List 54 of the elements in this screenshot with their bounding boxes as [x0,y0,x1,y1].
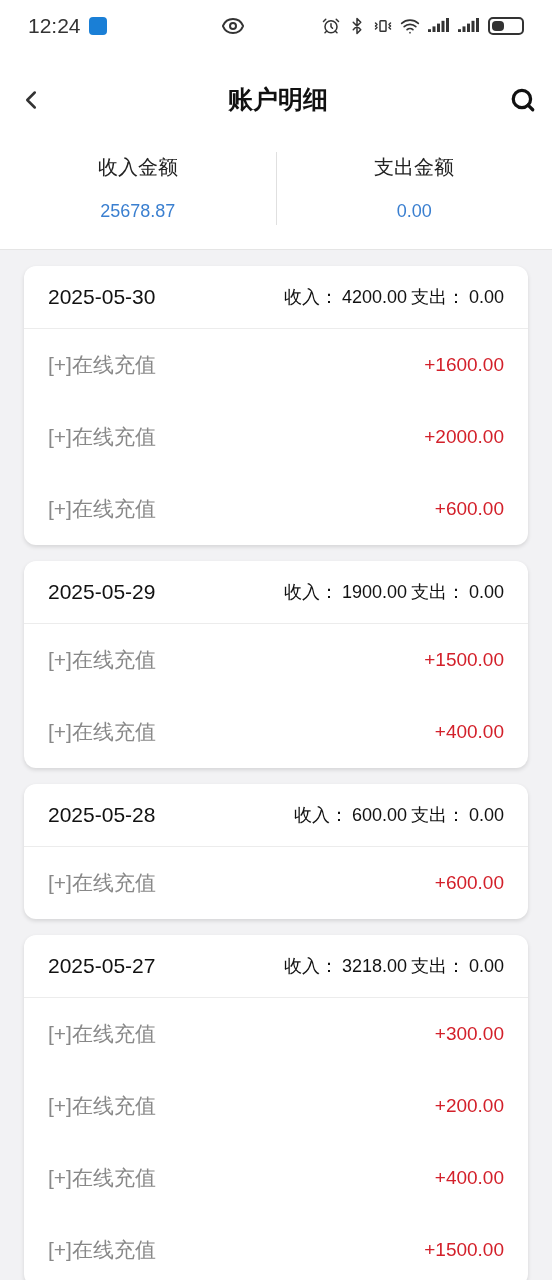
entry-name: [+]在线充值 [48,719,156,746]
income-value: 600.00 [351,803,407,827]
entry-amount: +200.00 [434,1093,504,1118]
income-label: 收入： [283,285,338,309]
expense-value: 0.00 [468,954,504,978]
expense-value: 0.00 [468,580,504,604]
entry-amount: +300.00 [434,1021,504,1046]
entry-amount: +400.00 [434,1165,504,1190]
summary-label: 收入金额 [97,155,178,180]
entry-amount: +1500.00 [424,647,504,672]
income-value: 3218.00 [341,954,407,978]
income-label: 收入： [283,580,338,604]
battery-icon [488,17,524,35]
summary-value: 25678.87 [100,200,176,223]
expense-label: 支出： [410,285,465,309]
entry-amount: +1600.00 [424,352,504,377]
summary-label: 支出金额 [374,155,455,180]
vibrate-icon [374,17,392,35]
app-notification-icon [88,17,107,35]
entry-amount: +2000.00 [424,424,504,449]
entry-amount: +600.00 [434,870,504,895]
entry-name: [+]在线充值 [48,1237,156,1264]
alarm-icon [322,17,340,35]
status-time: 12:24 [28,13,81,40]
entry-amount: +1500.00 [424,1237,504,1262]
day-date: 2025-05-28 [48,802,156,829]
search-icon[interactable] [510,87,536,113]
entry-name: [+]在线充值 [48,1093,156,1120]
signal-icon [458,18,480,34]
expense-label: 支出： [410,803,465,827]
entry-amount: +400.00 [434,719,504,744]
expense-value: 0.00 [468,285,504,309]
entry-name: [+]在线充值 [48,496,156,523]
entry-name: [+]在线充值 [48,647,156,674]
entry-name: [+]在线充值 [48,1165,156,1192]
entry-name: [+]在线充值 [48,870,156,897]
day-date: 2025-05-27 [48,953,156,980]
expense-label: 支出： [410,954,465,978]
income-label: 收入： [283,954,338,978]
income-value: 4200.00 [341,285,407,309]
wifi-icon [400,16,420,36]
day-date: 2025-05-29 [48,579,156,606]
entry-amount: +600.00 [434,496,504,521]
day-date: 2025-05-30 [48,284,156,311]
expense-value: 0.00 [468,803,504,827]
income-value: 1900.00 [341,580,407,604]
entry-name: [+]在线充值 [48,352,156,379]
entry-name: [+]在线充值 [48,1021,156,1048]
summary-value: 0.00 [396,200,432,223]
signal-icon [428,18,450,34]
page-title: 账户明细 [227,84,329,116]
income-label: 收入： [293,803,348,827]
entry-name: [+]在线充值 [48,424,156,451]
expense-label: 支出： [410,580,465,604]
